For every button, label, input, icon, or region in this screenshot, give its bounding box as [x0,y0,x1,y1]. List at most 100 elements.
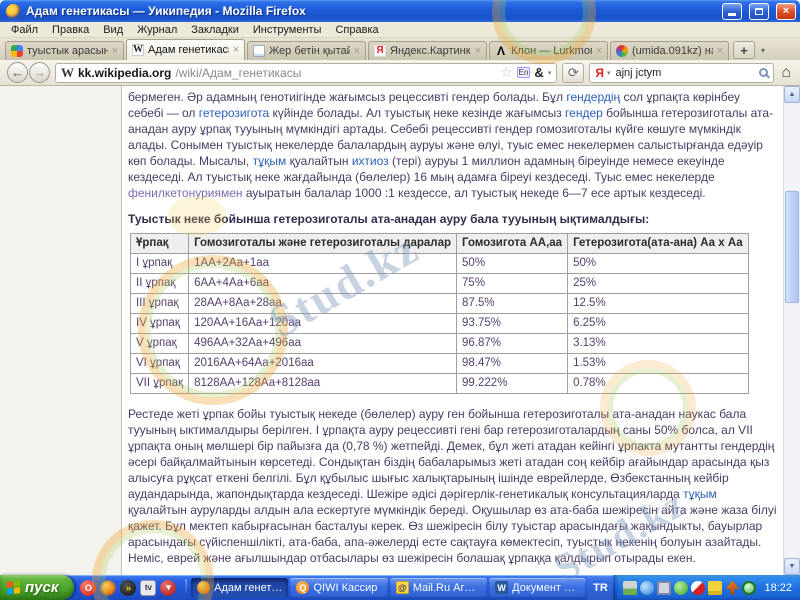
paragraph-pedigree: Рестеде жеті ұрпак бойы туыстық некеде (… [128,407,777,565]
network-globe-icon[interactable] [640,580,655,595]
ampersand-addon-icon[interactable]: & [534,65,543,80]
scrollbar-track[interactable] [784,103,800,558]
wikipedia-article: бермеген. Әр адамның генотиігінде жағымс… [122,86,783,575]
tab-close-icon[interactable]: × [354,45,360,57]
antivirus-shield-icon[interactable] [691,580,706,595]
quick-launch: O » tv ▾ [74,579,182,596]
bookmark-star-icon[interactable]: ☆ [500,64,513,81]
download-manager-icon[interactable]: ▾ [160,579,177,596]
tab-yandex-images[interactable]: Я Яндекс.Картинки: ф... × [368,41,487,60]
search-input[interactable] [613,65,757,80]
translate-icon[interactable]: En [516,67,531,78]
moi-mir-icon [616,45,628,57]
menu-file[interactable]: Файл [4,24,45,36]
table-caption-text: Туыстык неке бойынша гетерозиготалы ата-… [128,212,650,226]
search-icon[interactable] [759,68,769,77]
paragraph-kinship: бермеген. Әр адамның генотиігінде жағымс… [128,90,774,200]
link-ichthyosis[interactable]: ихтиоз [352,154,389,168]
table-row: IV ұрпақ 120АА+16Аа+120аа 93.75% 6.25% [129,313,749,334]
tab-list-dropdown-icon[interactable]: ▾ [756,41,770,59]
back-button[interactable]: ← [7,62,28,83]
table-row: III ұрпақ 28АА+8Аа+28аа 87.5% 12.5% [129,293,749,314]
tab-zher-betin[interactable]: Жер бетін қытай еме... × [247,41,366,60]
notes-icon[interactable] [708,580,723,595]
restore-button[interactable] [749,2,769,20]
tab-close-icon[interactable]: × [233,44,239,56]
navigation-bar: ← → W kk.wikipedia.org /wiki/Адам_генети… [0,60,800,86]
windows-logo-icon [7,580,20,595]
time-sync-icon[interactable] [742,580,757,595]
tab-adam-genetikasy-active[interactable]: W Адам генетикасы — ... × [126,39,245,60]
vertical-scrollbar[interactable]: ▲ ▼ [783,86,800,575]
link-tukym[interactable]: тұқым [253,154,287,168]
menu-history[interactable]: Журнал [130,24,184,36]
menu-bar: Файл Правка Вид Журнал Закладки Инструме… [0,22,800,38]
new-tab-button[interactable]: + [733,41,755,59]
document-icon [253,45,265,57]
reload-button[interactable]: ⟳ [562,62,585,83]
tv-player-icon[interactable]: tv [140,579,157,596]
menu-view[interactable]: Вид [96,24,130,36]
heterozygote-probability-table: Ұрпақ Гомозиготалы және гетерозиготалы д… [129,233,749,394]
link-phenylketonuria-visited[interactable]: фенилкетонуриямен [128,186,243,200]
wikipedia-sidebar-area [0,86,122,575]
daemon-tools-icon[interactable]: » [120,579,137,596]
yandex-icon: Я [374,45,386,57]
agent-status-icon[interactable] [674,580,689,595]
table-row: V ұрпақ 496АА+32Аа+496аа 96.87% 3.13% [129,333,749,354]
start-button[interactable]: пуск [0,575,75,600]
tab-bar: туыстык арасындағ... × W Адам генетикасы… [0,38,800,60]
menu-bookmarks[interactable]: Закладки [184,24,246,36]
site-favicon-wikipedia: W [61,64,74,80]
printer-icon[interactable] [623,580,638,595]
opera-icon[interactable]: O [80,579,97,596]
yandex-search-icon[interactable]: Я [595,66,604,80]
tab-moi-mir[interactable]: (umida.091kz) на Мой ... × [610,41,729,60]
scrollbar-thumb[interactable] [785,191,799,303]
minimize-button[interactable] [722,2,742,20]
menu-help[interactable]: Справка [328,24,385,36]
system-tray: 18:22 [613,575,800,600]
firefox-icon[interactable] [100,579,117,596]
task-qiwi[interactable]: Q QIWI Кассир [290,577,388,598]
forward-button[interactable]: → [29,62,50,83]
table-header: Ұрпақ [129,233,190,254]
tab-close-icon[interactable]: × [717,45,723,57]
window-title: Адам генетикасы — Уикипедия - Mozilla Fi… [26,4,306,18]
scroll-down-icon[interactable]: ▼ [784,558,800,575]
tab-close-icon[interactable]: × [475,45,481,57]
tab-tuystyk[interactable]: туыстык арасындағ... × [5,41,124,60]
search-engine-dropdown-icon[interactable]: ▾ [607,69,611,77]
window-titlebar: Адам генетикасы — Уикипедия - Mozilla Fi… [0,0,800,22]
qiwi-icon: Q [296,581,310,594]
table-row: I ұрпақ 1АА+2Аа+1аа 50% 50% [129,253,749,274]
taskbar-clock[interactable]: 18:22 [764,582,792,594]
link-tukym[interactable]: тұқым [683,487,717,501]
link-genes[interactable]: гендер [565,106,603,120]
windows-taskbar: пуск O » tv ▾ Адам генетика... Q QIWI Ка… [0,575,800,600]
task-firefox[interactable]: Адам генетика... [191,577,289,598]
safely-remove-arrow-icon[interactable] [725,580,740,595]
link-gender[interactable]: гендердің [566,90,620,104]
task-word-document[interactable]: W Документ 1 - Mi... [489,577,587,598]
language-indicator[interactable]: TR [587,575,614,600]
firefox-logo-icon [6,3,21,19]
menu-tools[interactable]: Инструменты [246,24,329,36]
task-mailru-agent[interactable]: @ Mail.Ru Агент (... [389,577,488,598]
tab-lurkmore[interactable]: Λ Клон — Lurkmore × [489,41,608,60]
table-row: VII ұрпақ 8128АА+128Аа+8128аа 99.222% 0.78% [129,373,749,394]
scroll-up-icon[interactable]: ▲ [784,86,800,103]
wikipedia-icon: W [132,44,144,56]
home-button[interactable]: ⌂ [779,64,793,82]
search-box[interactable]: Я ▾ [589,62,775,83]
menu-edit[interactable]: Правка [45,24,96,36]
monitor-icon[interactable] [657,580,672,595]
browser-content: бермеген. Әр адамның генотиігінде жағымс… [0,86,800,575]
addon-dropdown-icon[interactable]: ▾ [548,69,552,77]
close-button[interactable]: × [776,2,796,20]
url-bar[interactable]: W kk.wikipedia.org /wiki/Адам_генетикасы… [55,62,558,83]
tab-close-icon[interactable]: × [112,45,118,57]
tab-close-icon[interactable]: × [596,45,602,57]
google-icon [11,45,23,57]
link-heterozygote[interactable]: гетерозигота [199,106,269,120]
